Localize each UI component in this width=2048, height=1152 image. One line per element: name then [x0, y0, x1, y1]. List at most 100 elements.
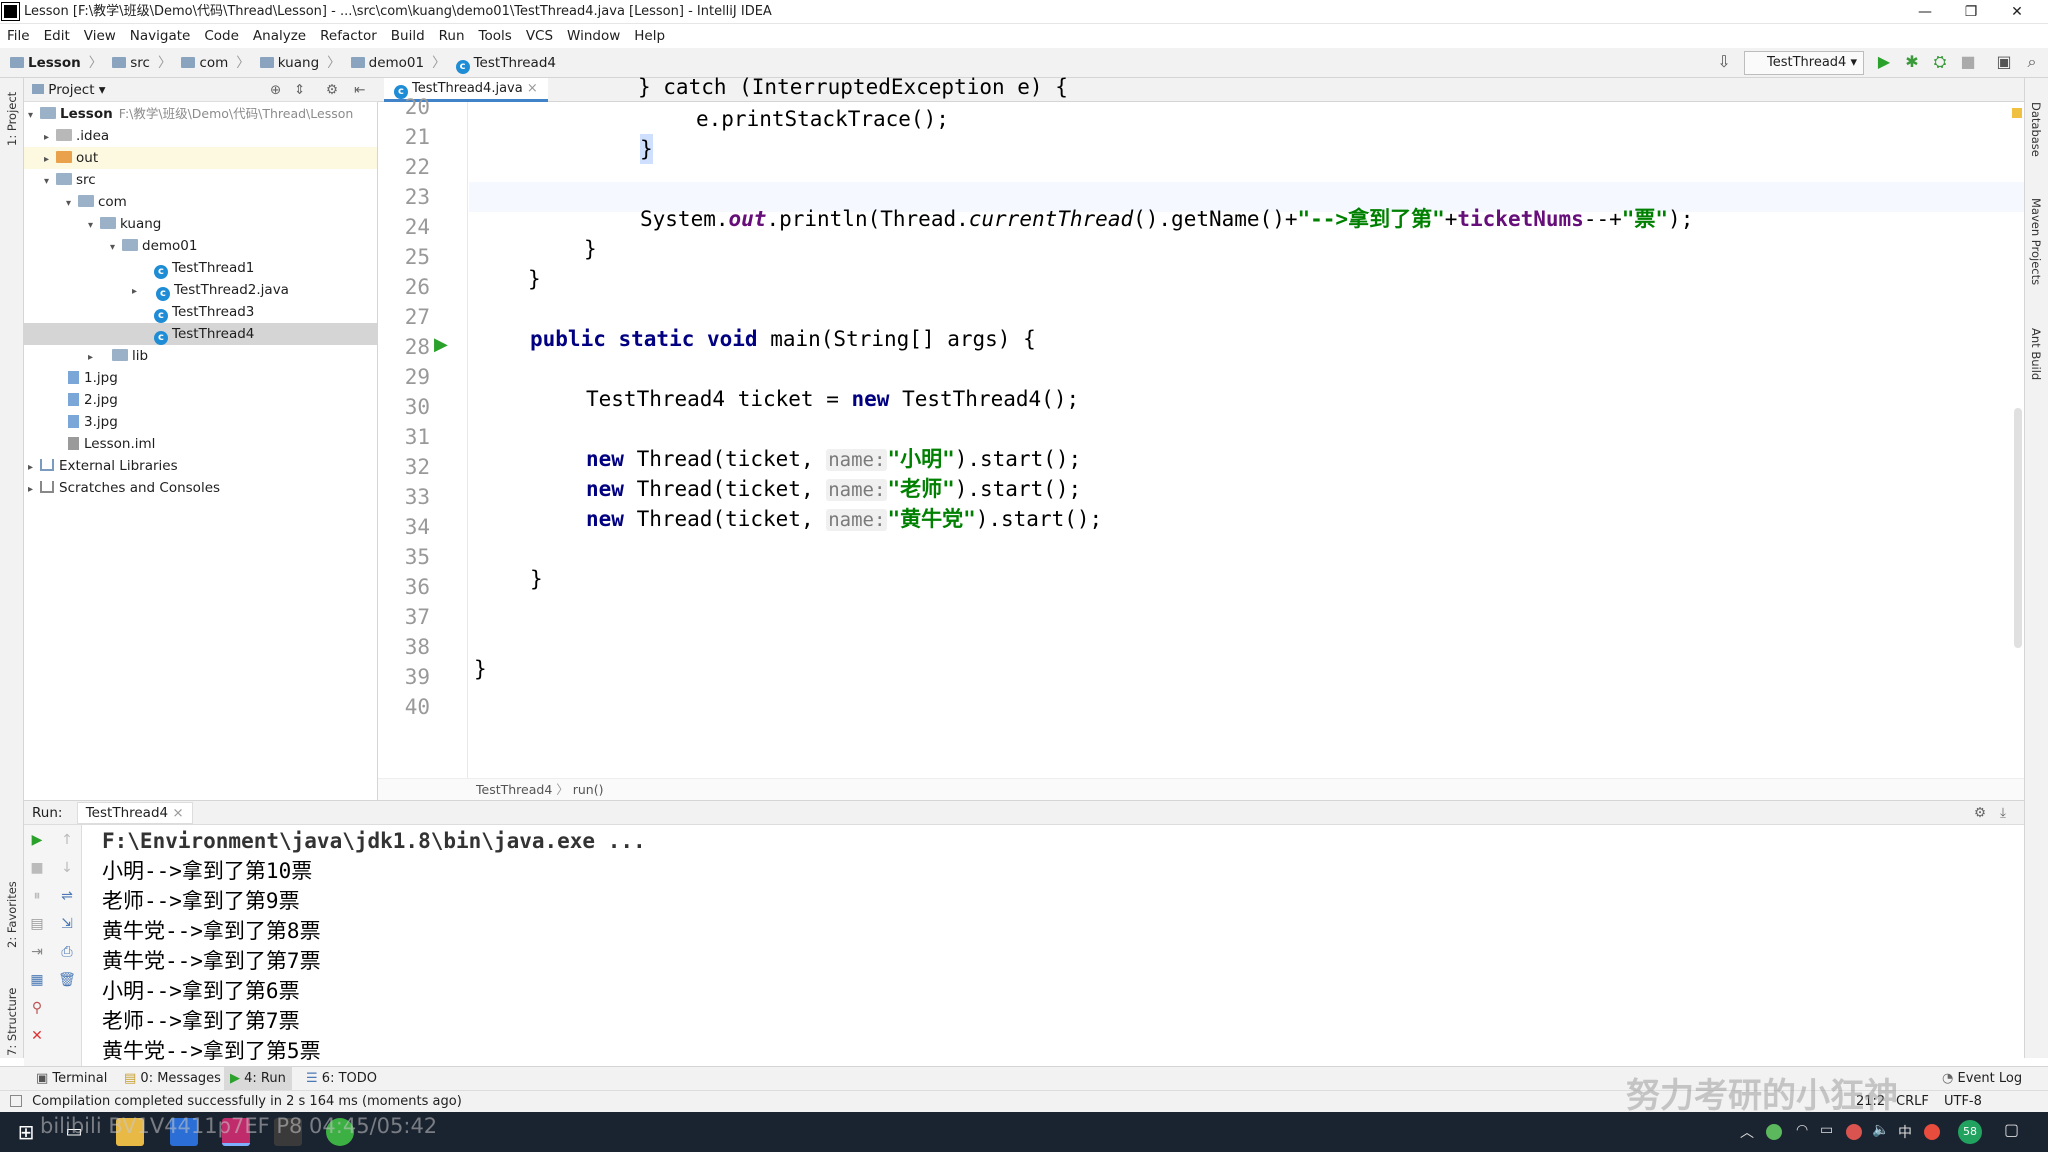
menu-navigate[interactable]: Navigate — [123, 24, 198, 48]
menu-analyze[interactable]: Analyze — [246, 24, 313, 48]
gear-icon[interactable]: ⚙ — [326, 78, 338, 102]
scroll-end-icon[interactable]: ⇲ — [58, 915, 76, 933]
wifi-icon[interactable]: ◠ — [1796, 1122, 1808, 1138]
close-tab-icon[interactable]: × — [527, 81, 538, 96]
exit-icon[interactable]: ⇥ — [28, 943, 46, 961]
restore-icon[interactable]: ❐ — [1948, 0, 1994, 24]
tree-item-external-libraries[interactable]: ▸ External Libraries — [24, 455, 377, 477]
ant-build-tool-tab[interactable]: Ant Build — [2029, 328, 2043, 408]
tab-todo[interactable]: ☰ 6: TODO — [300, 1067, 383, 1091]
tree-item-testthread4[interactable]: c TestThread4 — [24, 323, 377, 345]
tree-item-lib[interactable]: ▸ lib — [24, 345, 377, 367]
close-tab-icon[interactable]: × — [172, 805, 183, 821]
battery-icon[interactable]: ▭ — [1820, 1122, 1833, 1138]
project-tool-tab[interactable]: 1: Project — [5, 86, 19, 146]
soft-wrap-icon[interactable]: ⇌ — [58, 887, 76, 905]
print-icon[interactable]: ⎙ — [58, 943, 76, 961]
clear-icon[interactable]: 🗑 — [58, 971, 76, 989]
volume-icon[interactable]: 🔈 — [1872, 1122, 1889, 1138]
project-structure-icon[interactable]: ▣ — [1994, 51, 2014, 73]
status-toggle-icon[interactable] — [10, 1095, 22, 1107]
tree-item-demo01[interactable]: ▾ demo01 — [24, 235, 377, 257]
crumb-kuang[interactable]: kuang 〉 — [259, 48, 341, 78]
tree-item-lesson-iml[interactable]: Lesson.iml — [24, 433, 377, 455]
pause-icon[interactable]: ⏸ — [28, 887, 46, 905]
down-icon[interactable]: ↓ — [58, 859, 76, 877]
run-configuration-select[interactable]: TestThread4 ▾ — [1744, 51, 1864, 75]
close-icon[interactable]: ✕ — [1994, 0, 2040, 24]
tree-item-testthread3[interactable]: c TestThread3 — [24, 301, 377, 323]
close-run-icon[interactable]: ✕ — [28, 1027, 46, 1045]
tab-run[interactable]: ▶ 4: Run — [224, 1067, 292, 1091]
start-button-icon[interactable]: ⊞ — [12, 1118, 40, 1146]
menu-run[interactable]: Run — [432, 24, 472, 48]
temperature-badge[interactable]: 58 — [1958, 1120, 1982, 1144]
crumb-lesson[interactable]: Lesson 〉 — [10, 48, 102, 78]
ime-icon[interactable]: 中 — [1898, 1122, 1912, 1142]
tray-chevron-icon[interactable]: ︿ — [1740, 1122, 1754, 1142]
tab-messages[interactable]: ▤ 0: Messages — [118, 1067, 227, 1091]
menu-vcs[interactable]: VCS — [519, 24, 560, 48]
gear-icon[interactable]: ⚙ — [1974, 801, 1986, 825]
tree-item-com[interactable]: ▾ com — [24, 191, 377, 213]
pin-icon[interactable]: ⚲ — [28, 999, 46, 1017]
editor-scrollbar[interactable] — [2014, 408, 2022, 648]
crumb-demo01[interactable]: demo01 〉 — [350, 48, 446, 78]
record-icon[interactable] — [1846, 1124, 1862, 1140]
up-icon[interactable]: ↑ — [58, 831, 76, 849]
database-tool-tab[interactable]: Database — [2029, 102, 2043, 182]
tree-item-src[interactable]: ▾ src — [24, 169, 377, 191]
antivirus-icon[interactable] — [1924, 1124, 1940, 1140]
hide-icon[interactable]: ⇤ — [354, 78, 365, 102]
build-icon[interactable]: ⇩ — [1714, 51, 1734, 73]
menu-build[interactable]: Build — [384, 24, 432, 48]
menu-refactor[interactable]: Refactor — [313, 24, 384, 48]
project-view-select[interactable]: Project — [48, 82, 94, 98]
crumb-com[interactable]: com 〉 — [181, 48, 250, 78]
line-separator[interactable]: CRLF — [1896, 1091, 1929, 1113]
maven-tool-tab[interactable]: Maven Projects — [2029, 198, 2043, 308]
tree-item-idea[interactable]: ▸ .idea — [24, 125, 377, 147]
menu-help[interactable]: Help — [627, 24, 672, 48]
run-icon[interactable]: ▶ — [1874, 51, 1894, 73]
tree-item-scratches[interactable]: ▸ Scratches and Consoles — [24, 477, 377, 499]
run-tab-testthread4[interactable]: TestThread4 × — [76, 802, 193, 824]
tree-item-kuang[interactable]: ▾ kuang — [24, 213, 377, 235]
run-gutter-icon[interactable]: ▶ — [434, 334, 448, 355]
tree-item-2jpg[interactable]: 2.jpg — [24, 389, 377, 411]
tray-app-icon[interactable] — [1766, 1124, 1782, 1140]
file-encoding[interactable]: UTF-8 — [1944, 1091, 1982, 1113]
layout-icon[interactable]: ▦ — [28, 971, 46, 989]
tab-terminal[interactable]: ▣ Terminal — [30, 1067, 113, 1091]
search-icon[interactable]: ⌕ — [2022, 51, 2042, 73]
tree-item-3jpg[interactable]: 3.jpg — [24, 411, 377, 433]
hide-panel-icon[interactable]: ⤓ — [2000, 801, 2006, 825]
minimize-icon[interactable]: — — [1902, 0, 1948, 24]
tab-event-log[interactable]: ◔ Event Log — [1936, 1067, 2028, 1091]
structure-tool-tab[interactable]: 7: Structure — [5, 966, 19, 1056]
crumb-testthread4[interactable]: c TestThread4 — [455, 48, 556, 78]
locate-icon[interactable]: ⊕ — [270, 78, 281, 102]
tree-item-out[interactable]: ▸ out — [24, 147, 377, 169]
crumb-method[interactable]: run() — [573, 782, 604, 797]
menu-window[interactable]: Window — [560, 24, 627, 48]
tree-item-testthread2[interactable]: ▸ c TestThread2.java — [24, 279, 377, 301]
stop-icon[interactable]: ■ — [28, 859, 46, 877]
tree-root-lesson[interactable]: ▾ Lesson F:\教学\班级\Demo\代码\Thread\Lesson — [24, 103, 377, 125]
tree-item-testthread1[interactable]: c TestThread1 — [24, 257, 377, 279]
menu-view[interactable]: View — [77, 24, 123, 48]
collapse-all-icon[interactable]: ⇕ — [294, 78, 305, 102]
rerun-icon[interactable]: ▶ — [28, 831, 46, 849]
stop-icon[interactable]: ■ — [1958, 51, 1978, 73]
crumb-src[interactable]: src 〉 — [112, 48, 171, 78]
menu-file[interactable]: File — [0, 24, 37, 48]
dump-threads-icon[interactable]: ▤ — [28, 915, 46, 933]
favorites-tool-tab[interactable]: 2: Favorites — [5, 858, 19, 948]
debug-icon[interactable]: ✱ — [1902, 51, 1922, 73]
menu-tools[interactable]: Tools — [472, 24, 519, 48]
coverage-icon[interactable]: ⛭ — [1930, 51, 1950, 73]
crumb-class[interactable]: TestThread4 — [476, 782, 552, 797]
menu-edit[interactable]: Edit — [37, 24, 77, 48]
notification-icon[interactable]: ▢ — [2004, 1120, 2019, 1139]
tree-item-1jpg[interactable]: 1.jpg — [24, 367, 377, 389]
